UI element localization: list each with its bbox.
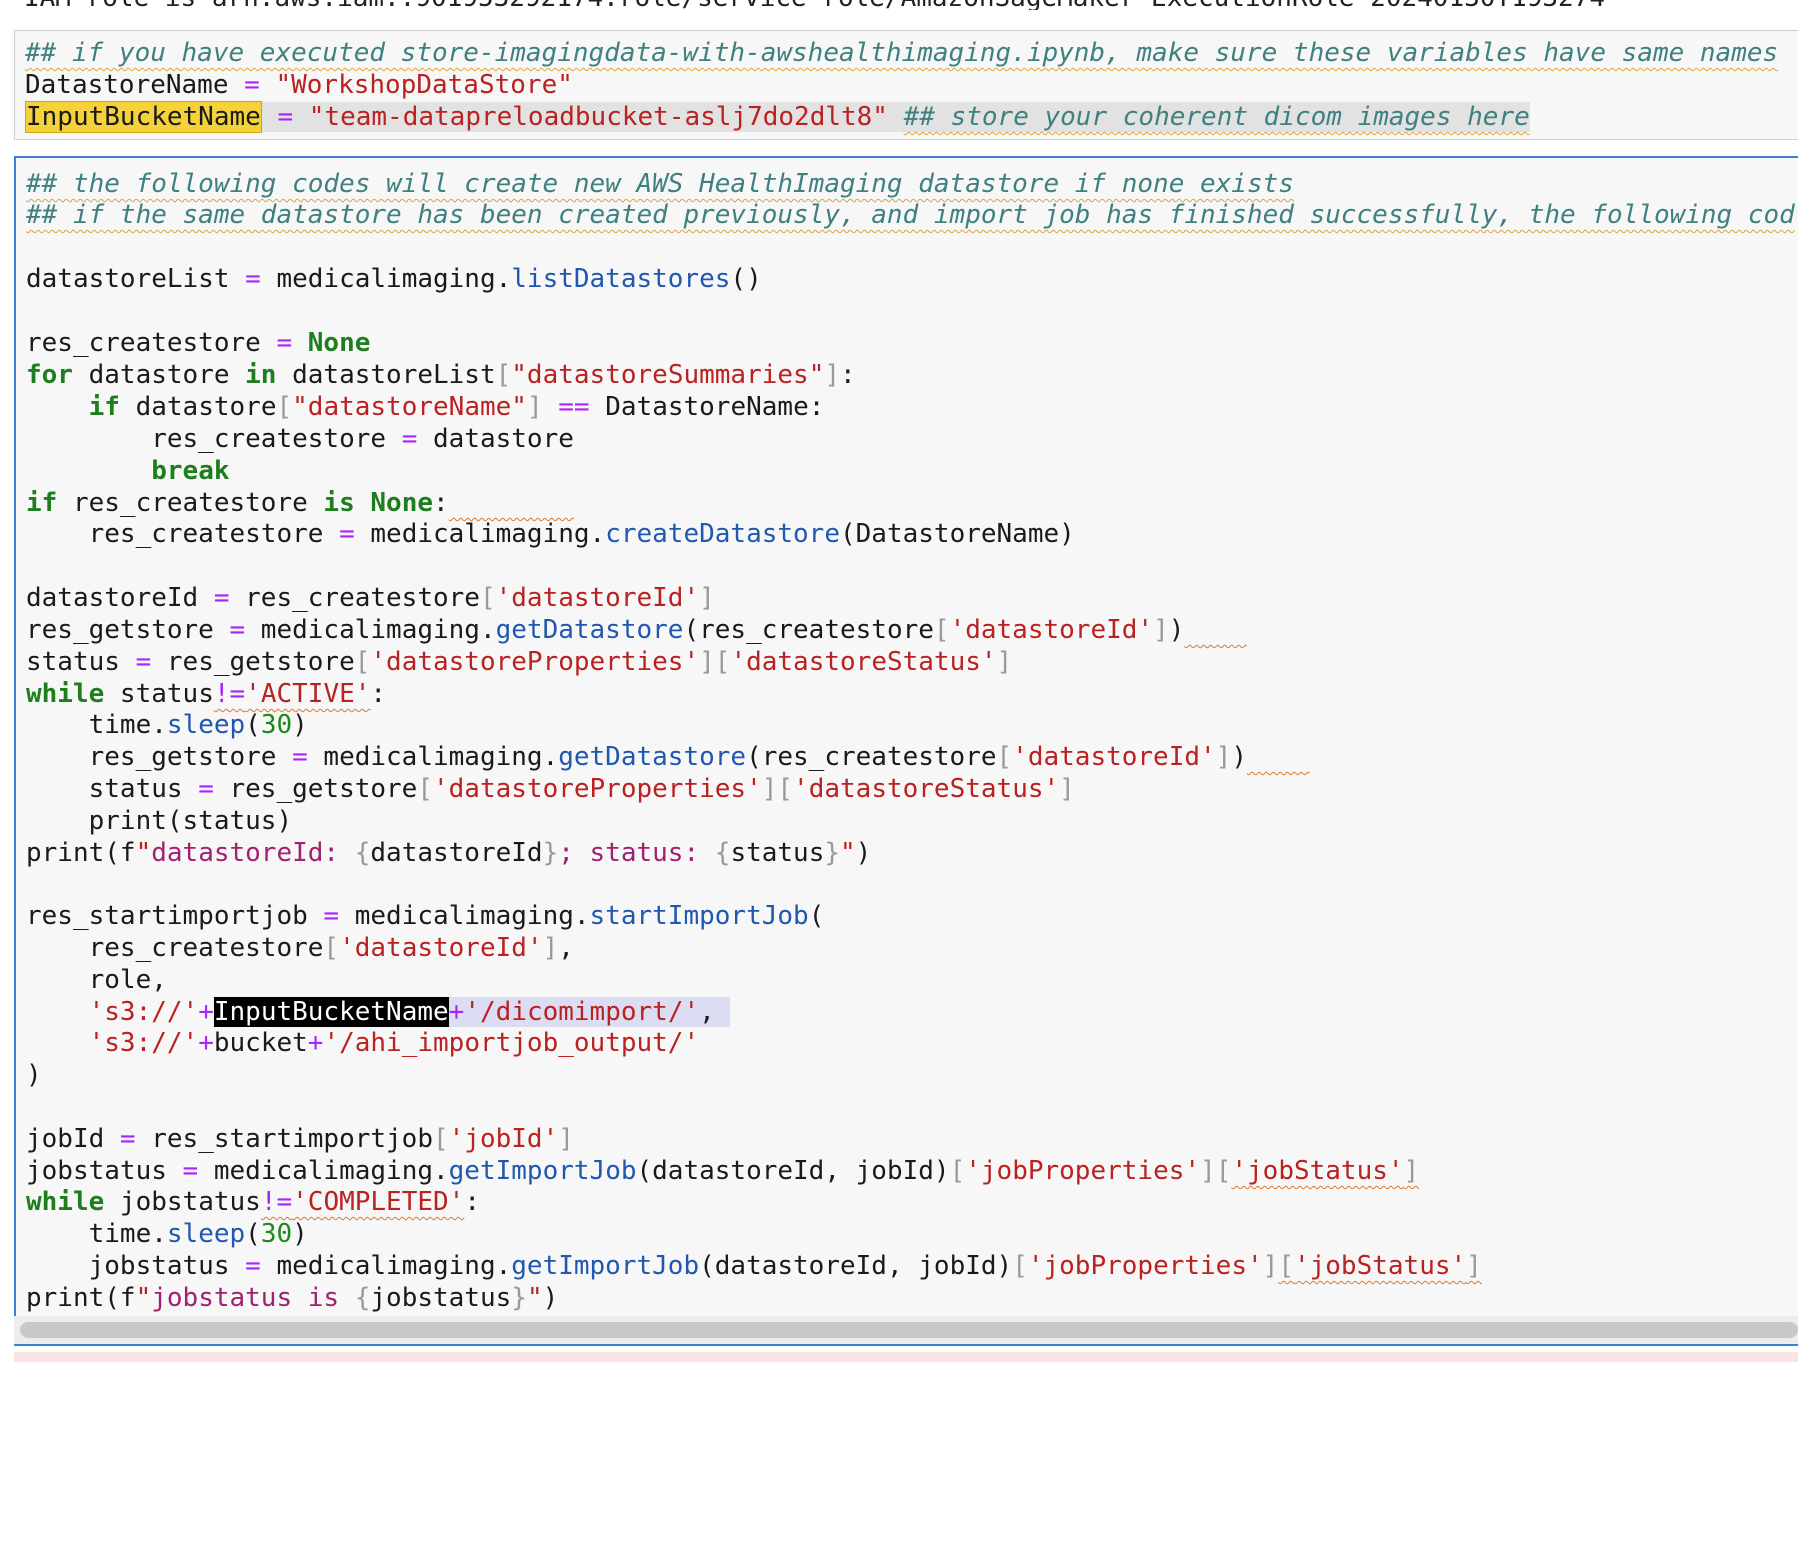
code-line: res_getstore = medicalimaging.getDatasto… (26, 742, 1247, 772)
code-line: DatastoreName = "WorkshopDataStore" (25, 70, 573, 100)
selected-text: InputBucketName (213, 997, 449, 1027)
code-line: datastoreId = res_createstore['datastore… (26, 583, 715, 613)
code-line: res_createstore = datastore (26, 424, 574, 454)
code-cell-create-datastore[interactable]: ## the following codes will create new A… (14, 156, 1798, 1346)
code-line: jobId = res_startimportjob['jobId'] (26, 1124, 574, 1154)
code-line: ## if the same datastore has been create… (26, 200, 1795, 230)
code-line: res_createstore = None (26, 328, 371, 358)
code-line: if datastore["datastoreName"] == Datasto… (88, 392, 825, 422)
code-line: role, (26, 965, 167, 995)
code-line: status = res_getstore['datastoreProperti… (26, 774, 1075, 804)
code-line: print(f"datastoreId: {datastoreId}; stat… (26, 838, 872, 868)
code-line: InputBucketName = "team-datapreloadbucke… (25, 101, 1530, 133)
code-line: ## if you have executed store-imagingdat… (25, 38, 1779, 68)
code-line: ) (26, 1060, 42, 1090)
output-area-strip (14, 1352, 1798, 1362)
code-line: break (151, 456, 230, 486)
code-line: print(f"jobstatus is {jobstatus}") (26, 1283, 559, 1313)
code-line: for datastore in datastoreList["datastor… (26, 360, 856, 390)
code-line: datastoreList = medicalimaging.listDatas… (26, 264, 762, 294)
code-cell-variables[interactable]: ## if you have executed store-imagingdat… (14, 30, 1798, 140)
horizontal-scrollbar[interactable] (20, 1322, 1798, 1338)
code-line: res_createstore = medicalimaging.createD… (26, 519, 1075, 549)
code-line: while jobstatus!='COMPLETED': (26, 1187, 480, 1217)
previous-output: IAM role is arn:aws:iam::901953292174:ro… (24, 0, 1794, 10)
code-line: 's3://'+bucket+'/ahi_importjob_output/' (88, 1028, 700, 1058)
code-line: res_startimportjob = medicalimaging.star… (26, 901, 825, 931)
code-line: time.sleep(30) (26, 710, 308, 740)
code-line: time.sleep(30) (26, 1219, 308, 1249)
code-line: jobstatus = medicalimaging.getImportJob(… (26, 1251, 1482, 1281)
code-line: res_getstore = medicalimaging.getDatasto… (26, 615, 1185, 645)
code-line: print(status) (26, 806, 293, 836)
code-line: status = res_getstore['datastoreProperti… (26, 647, 1013, 677)
search-match-highlight: InputBucketName (25, 101, 262, 133)
code-line: res_createstore['datastoreId'], (26, 933, 574, 963)
